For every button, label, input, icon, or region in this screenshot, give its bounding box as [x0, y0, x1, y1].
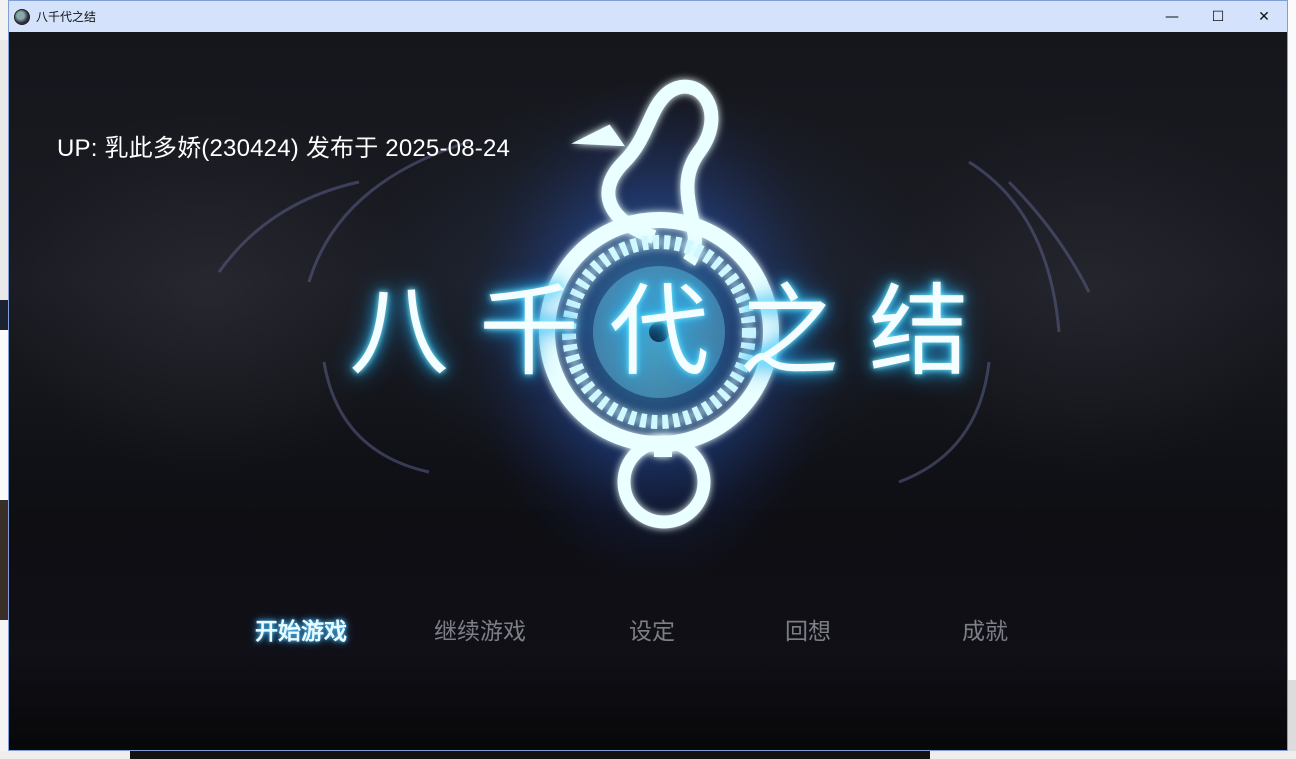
game-window: 八千代之结 — ☐ ✕ UP: 乳此多娇(230424) 发布于 2025-08…: [8, 0, 1288, 751]
maximize-button[interactable]: ☐: [1195, 1, 1241, 32]
desktop-background-right: [1288, 0, 1296, 759]
desktop-background-left: [0, 0, 8, 759]
game-app-icon: [14, 8, 30, 25]
logo-char: 千: [479, 273, 579, 390]
window-controls: — ☐ ✕: [1149, 1, 1287, 32]
menu-achievements[interactable]: 成就: [962, 612, 1008, 646]
menu-continue-game[interactable]: 继续游戏: [434, 612, 526, 646]
window-title: 八千代之结: [36, 10, 97, 24]
title-screen[interactable]: UP: 乳此多娇(230424) 发布于 2025-08-24 八 千 代 之 …: [9, 32, 1287, 750]
uploader-info: UP: 乳此多娇(230424) 发布于 2025-08-24: [57, 135, 511, 162]
desktop-background-bottom: [0, 751, 1296, 759]
title-bar[interactable]: 八千代之结 — ☐ ✕: [9, 1, 1287, 32]
menu-settings[interactable]: 设定: [629, 612, 675, 646]
logo-char: 结: [869, 273, 969, 390]
menu-start-game[interactable]: 开始游戏: [255, 612, 347, 646]
logo-char: 八: [349, 273, 449, 390]
logo-char: 之: [739, 273, 839, 390]
menu-recollection[interactable]: 回想: [785, 612, 831, 646]
minimize-button[interactable]: —: [1149, 1, 1195, 32]
logo-char: 代: [609, 273, 709, 390]
game-logo-title: 八 千 代 之 结: [349, 250, 969, 395]
main-menu: 开始游戏 继续游戏 设定 回想 成就: [9, 612, 1287, 652]
close-button[interactable]: ✕: [1241, 1, 1287, 32]
